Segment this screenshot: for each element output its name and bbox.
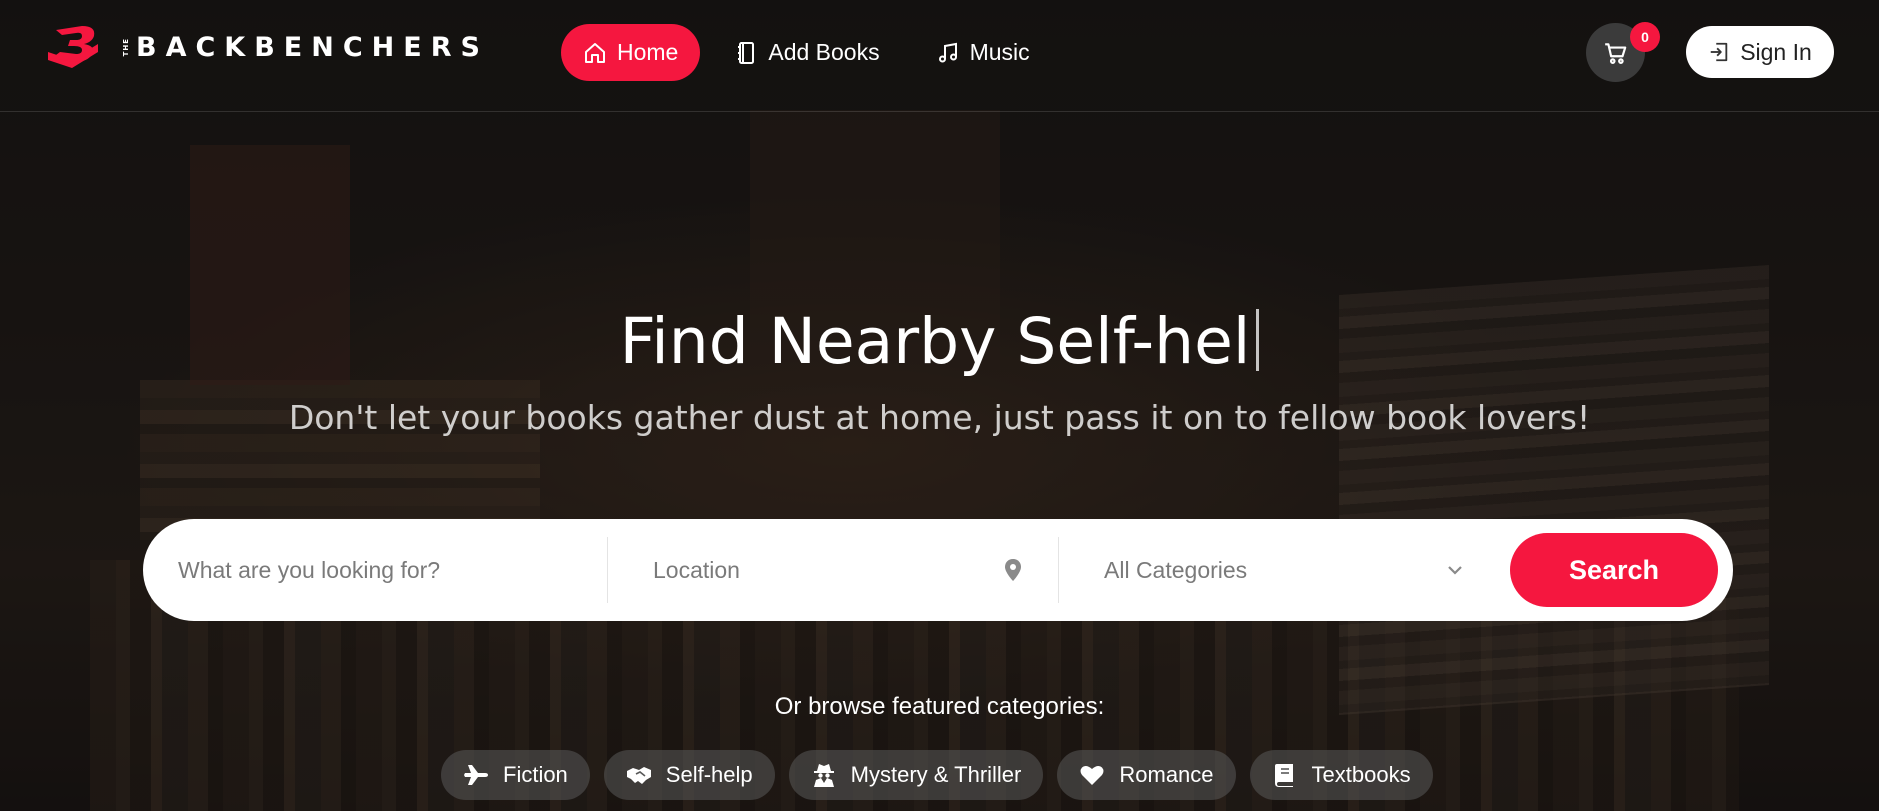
chevron-down-icon [1448, 566, 1462, 575]
search-divider [1058, 537, 1059, 603]
category-self-help[interactable]: Self-help [603, 750, 775, 800]
nav-add-books-label: Add Books [768, 39, 880, 65]
music-note-icon [938, 42, 957, 62]
featured-categories: Fiction Self-help Mystery & Thriller Rom… [441, 750, 1447, 800]
cart-count-badge: 0 [1630, 22, 1660, 52]
search-bar: What are you looking for? Location All C… [143, 519, 1733, 621]
nav-music[interactable]: Music [914, 24, 1052, 81]
category-label: Mystery & Thriller [850, 762, 1022, 787]
main-nav: Home Add Books Music [561, 24, 1064, 81]
category-label: Fiction [503, 762, 568, 787]
brand-small-text: THE [122, 37, 130, 57]
brand-name: BACKBENCHERS [136, 31, 489, 63]
category-label: Romance [1119, 762, 1214, 787]
hero-title-text: Find Nearby Self-hel [619, 305, 1251, 378]
typing-caret [1256, 309, 1260, 371]
nav-home-label: Home [617, 39, 679, 65]
category-fiction[interactable]: Fiction [441, 750, 590, 800]
category-select[interactable]: All Categories [1104, 537, 1464, 603]
heart-icon [1080, 766, 1104, 785]
category-mystery-thriller[interactable]: Mystery & Thriller [788, 750, 1044, 800]
location-input[interactable]: Location [653, 537, 1023, 603]
user-secret-icon [813, 764, 834, 787]
search-button[interactable]: Search [1510, 533, 1718, 607]
notebook-icon [738, 41, 755, 64]
nav-music-label: Music [969, 39, 1030, 65]
sign-in-button[interactable]: Sign In [1686, 26, 1834, 78]
book-icon [1274, 764, 1293, 787]
handshake-icon [626, 767, 651, 784]
map-pin-icon [1005, 559, 1021, 581]
location-input-placeholder: Location [653, 556, 740, 583]
category-label: Textbooks [1311, 762, 1411, 787]
sign-in-label: Sign In [1740, 38, 1812, 65]
category-select-value: All Categories [1104, 556, 1248, 583]
nav-home[interactable]: Home [561, 24, 701, 81]
hero-subtitle: Don't let your books gather dust at home… [288, 398, 1591, 437]
cart-icon [1604, 42, 1626, 64]
brand-logo[interactable]: THE BACKBENCHERS [42, 22, 489, 72]
search-divider [607, 537, 608, 603]
home-icon [585, 42, 605, 63]
backbenchers-logo-icon [48, 26, 98, 68]
sign-in-icon [1710, 42, 1728, 62]
category-romance[interactable]: Romance [1057, 750, 1236, 800]
nav-add-books[interactable]: Add Books [712, 24, 901, 81]
search-input[interactable]: What are you looking for? [178, 537, 598, 603]
category-label: Self-help [665, 762, 753, 787]
top-navbar: THE BACKBENCHERS Home Add Books Music 0 … [0, 0, 1879, 112]
browse-categories-heading: Or browse featured categories: [774, 693, 1105, 720]
search-input-placeholder: What are you looking for? [178, 556, 441, 583]
category-textbooks[interactable]: Textbooks [1249, 750, 1433, 800]
plane-icon [464, 765, 488, 785]
hero-title: Find Nearby Self-hel [0, 305, 1879, 378]
